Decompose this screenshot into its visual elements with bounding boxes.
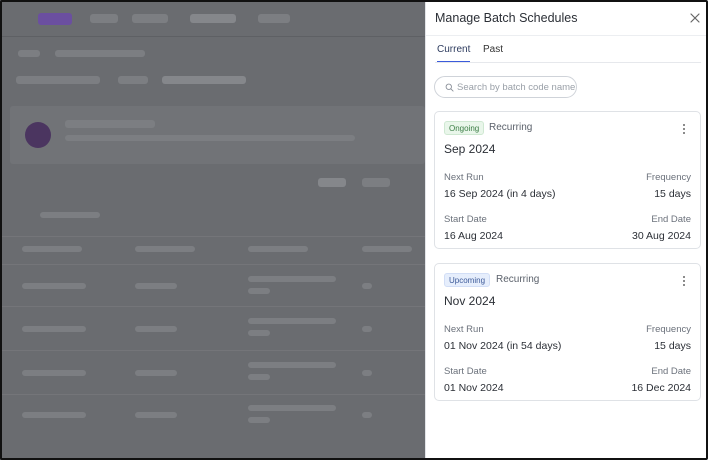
background-table-line <box>0 236 425 237</box>
background-breadcrumb <box>18 50 40 57</box>
batch-title: Nov 2024 <box>444 294 496 308</box>
start-date-label: Start Date <box>444 214 487 225</box>
background-cell <box>135 370 177 376</box>
end-date-label: End Date <box>651 214 691 225</box>
background-cell <box>248 330 270 336</box>
background-cell <box>135 283 177 289</box>
start-date-value: 16 Aug 2024 <box>444 230 503 242</box>
background-cell <box>248 374 270 380</box>
kebab-menu-icon <box>681 276 687 286</box>
batch-card-sep-2024[interactable]: Ongoing Recurring Sep 2024 Next Run 16 S… <box>434 111 701 249</box>
background-cell <box>135 412 177 418</box>
schedule-type: Recurring <box>489 122 533 133</box>
background-avatar <box>25 122 51 148</box>
background-cell <box>248 417 270 423</box>
background-cell <box>22 283 86 289</box>
background-cell <box>362 412 372 418</box>
background-table-line <box>0 350 425 351</box>
search-input[interactable] <box>457 80 575 95</box>
background-nav-item <box>190 14 236 23</box>
schedule-tabs: Current Past <box>435 44 701 64</box>
background-table-header <box>22 246 82 252</box>
tab-past[interactable]: Past <box>483 44 503 61</box>
background-tab <box>162 76 246 84</box>
background-cell <box>248 362 336 368</box>
next-run-label: Next Run <box>444 324 484 335</box>
drawer-header: Manage Batch Schedules <box>435 10 701 30</box>
search-icon <box>445 83 454 92</box>
drawer-title: Manage Batch Schedules <box>435 11 578 25</box>
start-date-label: Start Date <box>444 366 487 377</box>
tab-current[interactable]: Current <box>437 44 471 62</box>
kebab-menu-icon <box>681 124 687 134</box>
end-date-value: 16 Dec 2024 <box>631 382 691 394</box>
background-table-line <box>0 394 425 395</box>
background-cell <box>362 283 372 289</box>
background-breadcrumb <box>55 50 145 57</box>
status-badge: Ongoing <box>444 121 485 135</box>
background-text <box>40 212 100 218</box>
background-table-line <box>0 264 425 265</box>
background-table-header <box>135 246 195 252</box>
background-button <box>318 178 346 187</box>
batch-search <box>434 76 577 98</box>
frequency-value: 15 days <box>654 188 691 200</box>
background-cell <box>362 370 372 376</box>
background-cell <box>22 370 86 376</box>
background-nav-item <box>90 14 118 23</box>
end-date-value: 30 Aug 2024 <box>632 230 691 242</box>
background-cell <box>248 276 336 282</box>
manage-batch-schedules-drawer: Manage Batch Schedules Current Past Ongo… <box>425 0 708 460</box>
background-logo <box>38 13 72 25</box>
background-table-header <box>248 246 308 252</box>
background-tab <box>118 76 148 84</box>
background-tab <box>16 76 100 84</box>
background-cell <box>248 288 270 294</box>
background-cell <box>22 326 86 332</box>
close-button[interactable] <box>688 11 702 25</box>
background-cell <box>248 318 336 324</box>
card-menu-button[interactable] <box>681 124 687 136</box>
background-table-line <box>0 306 425 307</box>
header-divider <box>426 35 708 36</box>
background-cell <box>248 405 336 411</box>
background-heading <box>65 120 155 128</box>
background-cell <box>362 326 372 332</box>
background-nav-item <box>258 14 290 23</box>
background-nav-item <box>132 14 168 23</box>
next-run-value: 01 Nov 2024 (in 54 days) <box>444 340 562 352</box>
end-date-label: End Date <box>651 366 691 377</box>
background-cell <box>135 326 177 332</box>
background-divider <box>0 36 425 37</box>
card-menu-button[interactable] <box>681 276 687 288</box>
background-text <box>65 135 355 141</box>
start-date-value: 01 Nov 2024 <box>444 382 504 394</box>
background-table-header <box>362 246 412 252</box>
background-button <box>362 178 390 187</box>
next-run-value: 16 Sep 2024 (in 4 days) <box>444 188 556 200</box>
background-cell <box>22 412 86 418</box>
status-badge: Upcoming <box>444 273 491 287</box>
batch-title: Sep 2024 <box>444 142 496 156</box>
batch-card-nov-2024[interactable]: Upcoming Recurring Nov 2024 Next Run 01 … <box>434 263 701 401</box>
tabs-underline <box>435 62 701 63</box>
frequency-label: Frequency <box>646 324 691 335</box>
schedule-type: Recurring <box>496 274 540 285</box>
frequency-label: Frequency <box>646 172 691 183</box>
close-icon <box>690 13 700 23</box>
next-run-label: Next Run <box>444 172 484 183</box>
frequency-value: 15 days <box>654 340 691 352</box>
